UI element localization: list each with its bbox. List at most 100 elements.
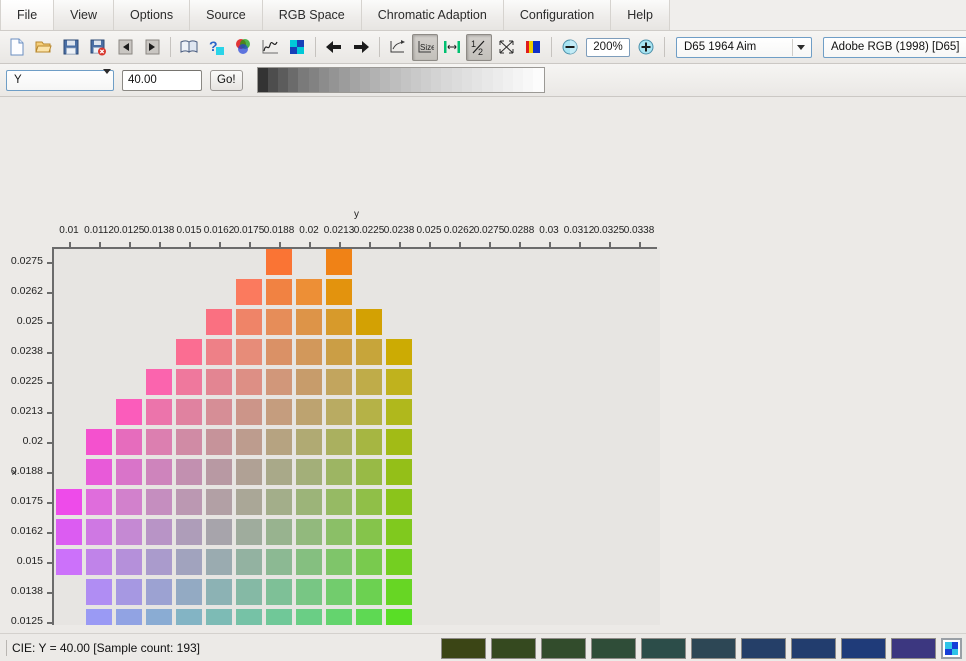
fit-width-icon[interactable] bbox=[439, 34, 465, 61]
color-sample-swatch[interactable] bbox=[206, 339, 232, 365]
color-sample-swatch[interactable] bbox=[236, 579, 262, 605]
color-sample-swatch[interactable] bbox=[206, 549, 232, 575]
color-sample-swatch[interactable] bbox=[326, 459, 352, 485]
color-sample-swatch[interactable] bbox=[266, 489, 292, 515]
color-sample-swatch[interactable] bbox=[296, 309, 322, 335]
color-wheel-icon[interactable] bbox=[230, 34, 256, 61]
color-sample-swatch[interactable] bbox=[326, 279, 352, 305]
color-sample-swatch[interactable] bbox=[146, 579, 172, 605]
color-sample-swatch[interactable] bbox=[236, 519, 262, 545]
color-sample-swatch[interactable] bbox=[56, 489, 82, 515]
color-sample-swatch[interactable] bbox=[386, 519, 412, 545]
color-sample-swatch[interactable] bbox=[356, 309, 382, 335]
color-sample-swatch[interactable] bbox=[266, 249, 292, 275]
color-sample-swatch[interactable] bbox=[146, 459, 172, 485]
color-sample-swatch[interactable] bbox=[296, 579, 322, 605]
color-sample-swatch[interactable] bbox=[296, 549, 322, 575]
status-color-swatch[interactable] bbox=[891, 638, 936, 659]
half-size-icon[interactable]: 12 bbox=[466, 33, 492, 61]
save-icon[interactable] bbox=[58, 34, 84, 61]
color-sample-swatch[interactable] bbox=[86, 459, 112, 485]
color-sample-swatch[interactable] bbox=[326, 429, 352, 455]
menu-source[interactable]: Source bbox=[190, 0, 263, 30]
color-sample-swatch[interactable] bbox=[326, 369, 352, 395]
color-sample-swatch[interactable] bbox=[386, 489, 412, 515]
color-sample-swatch[interactable] bbox=[236, 429, 262, 455]
color-picker-swatch[interactable] bbox=[941, 638, 962, 659]
color-sample-swatch[interactable] bbox=[326, 609, 352, 625]
color-sample-swatch[interactable] bbox=[296, 459, 322, 485]
color-sample-swatch[interactable] bbox=[206, 309, 232, 335]
color-sample-swatch[interactable] bbox=[266, 279, 292, 305]
color-sample-swatch[interactable] bbox=[296, 609, 322, 625]
color-sample-swatch[interactable] bbox=[206, 429, 232, 455]
color-sample-swatch[interactable] bbox=[116, 609, 142, 625]
color-sample-swatch[interactable] bbox=[86, 519, 112, 545]
color-sample-swatch[interactable] bbox=[116, 459, 142, 485]
color-sample-swatch[interactable] bbox=[176, 459, 202, 485]
color-layers-icon[interactable] bbox=[520, 34, 546, 61]
color-sample-swatch[interactable] bbox=[326, 519, 352, 545]
zoom-in-button[interactable] bbox=[633, 34, 659, 61]
color-sample-swatch[interactable] bbox=[326, 549, 352, 575]
status-color-swatch[interactable] bbox=[441, 638, 486, 659]
color-sample-swatch[interactable] bbox=[296, 489, 322, 515]
color-sample-swatch[interactable] bbox=[266, 609, 292, 625]
expand-icon[interactable] bbox=[493, 34, 519, 61]
color-sample-swatch[interactable] bbox=[86, 549, 112, 575]
color-sample-swatch[interactable] bbox=[176, 519, 202, 545]
book-icon[interactable] bbox=[176, 34, 202, 61]
status-color-swatch[interactable] bbox=[841, 638, 886, 659]
color-sample-swatch[interactable] bbox=[206, 609, 232, 625]
color-sample-swatch[interactable] bbox=[86, 609, 112, 625]
color-sample-swatch[interactable] bbox=[356, 549, 382, 575]
color-sample-swatch[interactable] bbox=[146, 609, 172, 625]
color-sample-swatch[interactable] bbox=[146, 399, 172, 425]
color-sample-swatch[interactable] bbox=[356, 339, 382, 365]
status-color-swatch[interactable] bbox=[491, 638, 536, 659]
color-sample-swatch[interactable] bbox=[176, 609, 202, 625]
new-document-icon[interactable] bbox=[4, 34, 30, 61]
color-sample-swatch[interactable] bbox=[296, 399, 322, 425]
color-sample-swatch[interactable] bbox=[206, 369, 232, 395]
color-sample-swatch[interactable] bbox=[206, 489, 232, 515]
color-sample-swatch[interactable] bbox=[356, 519, 382, 545]
color-sample-swatch[interactable] bbox=[266, 369, 292, 395]
color-sample-swatch[interactable] bbox=[266, 429, 292, 455]
color-sample-swatch[interactable] bbox=[236, 489, 262, 515]
color-sample-swatch[interactable] bbox=[176, 429, 202, 455]
color-sample-swatch[interactable] bbox=[236, 339, 262, 365]
color-sample-swatch[interactable] bbox=[116, 549, 142, 575]
color-sample-swatch[interactable] bbox=[296, 339, 322, 365]
color-sample-swatch[interactable] bbox=[296, 369, 322, 395]
color-sample-swatch[interactable] bbox=[176, 549, 202, 575]
status-color-swatch[interactable] bbox=[641, 638, 686, 659]
rgb-space-combo[interactable]: Adobe RGB (1998) [D65] bbox=[823, 36, 966, 58]
menu-rgb-space[interactable]: RGB Space bbox=[262, 0, 362, 30]
color-sample-swatch[interactable] bbox=[386, 369, 412, 395]
color-sample-swatch[interactable] bbox=[326, 339, 352, 365]
color-sample-swatch[interactable] bbox=[206, 519, 232, 545]
color-sample-swatch[interactable] bbox=[386, 549, 412, 575]
color-sample-swatch[interactable] bbox=[176, 579, 202, 605]
menu-help[interactable]: Help bbox=[611, 0, 670, 30]
go-button[interactable]: Go! bbox=[210, 69, 243, 91]
color-sample-swatch[interactable] bbox=[356, 459, 382, 485]
color-sample-swatch[interactable] bbox=[116, 489, 142, 515]
color-sample-swatch[interactable] bbox=[146, 519, 172, 545]
menu-file[interactable]: File bbox=[0, 0, 55, 30]
color-sample-swatch[interactable] bbox=[326, 399, 352, 425]
color-sample-swatch[interactable] bbox=[176, 339, 202, 365]
color-sample-swatch[interactable] bbox=[236, 309, 262, 335]
color-sample-swatch[interactable] bbox=[86, 579, 112, 605]
color-sample-swatch[interactable] bbox=[116, 399, 142, 425]
menu-configuration[interactable]: Configuration bbox=[503, 0, 612, 30]
color-sample-swatch[interactable] bbox=[236, 369, 262, 395]
chevron-down-icon[interactable] bbox=[792, 38, 809, 56]
color-sample-swatch[interactable] bbox=[116, 579, 142, 605]
color-sample-swatch[interactable] bbox=[326, 309, 352, 335]
status-color-swatch[interactable] bbox=[691, 638, 736, 659]
zoom-level-input[interactable]: 200% bbox=[586, 37, 630, 57]
color-sample-swatch[interactable] bbox=[236, 549, 262, 575]
color-sample-swatch[interactable] bbox=[356, 609, 382, 625]
